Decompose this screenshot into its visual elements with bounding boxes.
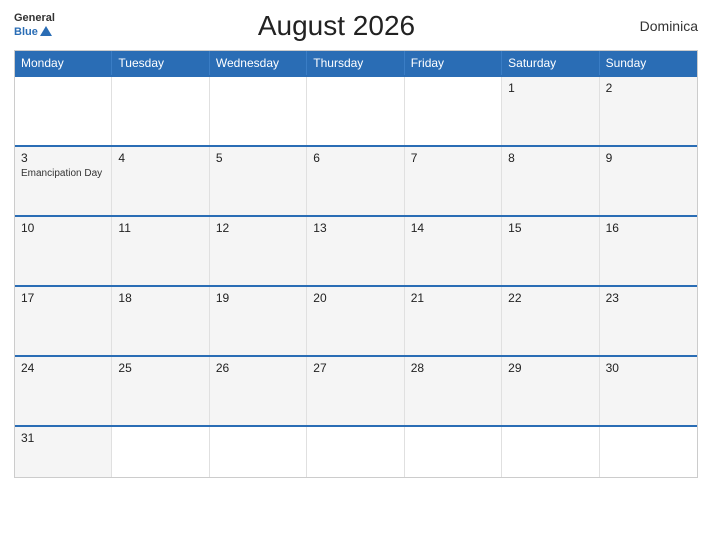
date-number: 26 — [216, 361, 300, 375]
date-number: 18 — [118, 291, 202, 305]
calendar-cell-w5-d3: 26 — [210, 357, 307, 425]
week-row-6: 31 — [15, 425, 697, 477]
week-row-2: 3 Emancipation Day 456789 — [15, 145, 697, 215]
header: General Blue August 2026 Dominica — [14, 10, 698, 42]
calendar-cell-w5-d6: 29 — [502, 357, 599, 425]
day-header-sun: Sunday — [600, 51, 697, 75]
date-number: 29 — [508, 361, 592, 375]
date-number: 8 — [508, 151, 592, 165]
calendar-cell-w4-d4: 20 — [307, 287, 404, 355]
country-label: Dominica — [618, 18, 698, 34]
calendar-cell-w2-d6: 8 — [502, 147, 599, 215]
date-number: 30 — [606, 361, 691, 375]
week-row-5: 24 25 26 27 28 29 30 — [15, 355, 697, 425]
logo: General Blue — [14, 12, 55, 39]
date-number: 23 — [606, 291, 691, 305]
day-header-thu: Thursday — [307, 51, 404, 75]
calendar-cell-w5-d5: 28 — [405, 357, 502, 425]
date-number: 21 — [411, 291, 495, 305]
calendar-cell-w1-d2 — [112, 77, 209, 145]
date-number: 31 — [21, 431, 105, 445]
date-number: 17 — [21, 291, 105, 305]
day-header-sat: Saturday — [502, 51, 599, 75]
calendar-cell-w3-d5: 14 — [405, 217, 502, 285]
calendar-cell-w4-d5: 21 — [405, 287, 502, 355]
date-number: 6 — [313, 151, 397, 165]
calendar-cell-w4-d3: 19 — [210, 287, 307, 355]
day-header-tue: Tuesday — [112, 51, 209, 75]
calendar-cell-w2-d4: 6 — [307, 147, 404, 215]
calendar-cell-w2-d2: 4 — [112, 147, 209, 215]
date-number: 28 — [411, 361, 495, 375]
date-number: 4 — [118, 151, 202, 165]
date-number: 1 — [508, 81, 592, 95]
calendar-cell-w6-d5 — [405, 427, 502, 477]
date-number: 12 — [216, 221, 300, 235]
calendar-cell-w4-d1: 17 — [15, 287, 112, 355]
calendar-cell-w5-d4: 27 — [307, 357, 404, 425]
calendar-cell-w5-d1: 24 — [15, 357, 112, 425]
calendar-cell-w1-d4 — [307, 77, 404, 145]
calendar-cell-w3-d7: 16 — [600, 217, 697, 285]
day-headers-row: Monday Tuesday Wednesday Thursday Friday… — [15, 51, 697, 75]
calendar-cell-w6-d2 — [112, 427, 209, 477]
date-number: 15 — [508, 221, 592, 235]
logo-general-text: General Blue — [14, 12, 55, 39]
date-number: 10 — [21, 221, 105, 235]
calendar-cell-w1-d7: 2 — [600, 77, 697, 145]
week-row-4: 17 18 19 20 21 22 23 — [15, 285, 697, 355]
date-number: 20 — [313, 291, 397, 305]
calendar-cell-w1-d5 — [405, 77, 502, 145]
calendar-cell-w1-d3 — [210, 77, 307, 145]
calendar-cell-w4-d2: 18 — [112, 287, 209, 355]
date-number: 2 — [606, 81, 691, 95]
calendar-cell-w4-d6: 22 — [502, 287, 599, 355]
calendar: Monday Tuesday Wednesday Thursday Friday… — [14, 50, 698, 478]
calendar-cell-w6-d1: 31 — [15, 427, 112, 477]
calendar-cell-w6-d4 — [307, 427, 404, 477]
date-number: 9 — [606, 151, 691, 165]
calendar-page: General Blue August 2026 Dominica Monday… — [0, 0, 712, 550]
calendar-cell-w1-d6: 1 — [502, 77, 599, 145]
day-header-wed: Wednesday — [210, 51, 307, 75]
calendar-cell-w6-d6 — [502, 427, 599, 477]
calendar-cell-w2-d7: 9 — [600, 147, 697, 215]
holiday-label: Emancipation Day — [21, 167, 105, 180]
month-title: August 2026 — [55, 10, 618, 42]
date-number: 3 — [21, 151, 105, 165]
date-number: 16 — [606, 221, 691, 235]
logo-triangle-icon — [40, 26, 52, 36]
date-number: 25 — [118, 361, 202, 375]
date-number: 24 — [21, 361, 105, 375]
calendar-cell-w1-d1 — [15, 77, 112, 145]
date-number: 13 — [313, 221, 397, 235]
calendar-cell-w2-d5: 7 — [405, 147, 502, 215]
calendar-cell-w6-d3 — [210, 427, 307, 477]
calendar-cell-w6-d7 — [600, 427, 697, 477]
day-header-mon: Monday — [15, 51, 112, 75]
calendar-cell-w2-d3: 5 — [210, 147, 307, 215]
calendar-cell-w3-d2: 11 — [112, 217, 209, 285]
date-number: 22 — [508, 291, 592, 305]
date-number: 5 — [216, 151, 300, 165]
calendar-cell-w4-d7: 23 — [600, 287, 697, 355]
week-row-3: 10 11 12 13 14 15 16 — [15, 215, 697, 285]
day-header-fri: Friday — [405, 51, 502, 75]
date-number: 7 — [411, 151, 495, 165]
calendar-cell-w3-d6: 15 — [502, 217, 599, 285]
calendar-cell-w5-d2: 25 — [112, 357, 209, 425]
calendar-cell-w2-d1: 3 Emancipation Day — [15, 147, 112, 215]
calendar-cell-w3-d1: 10 — [15, 217, 112, 285]
calendar-cell-w5-d7: 30 — [600, 357, 697, 425]
calendar-cell-w3-d4: 13 — [307, 217, 404, 285]
date-number: 14 — [411, 221, 495, 235]
calendar-cell-w3-d3: 12 — [210, 217, 307, 285]
date-number: 19 — [216, 291, 300, 305]
calendar-body: 123Emancipation Day456789101112131415161… — [15, 75, 697, 477]
date-number: 11 — [118, 221, 202, 235]
date-number: 27 — [313, 361, 397, 375]
week-row-1: 12 — [15, 75, 697, 145]
